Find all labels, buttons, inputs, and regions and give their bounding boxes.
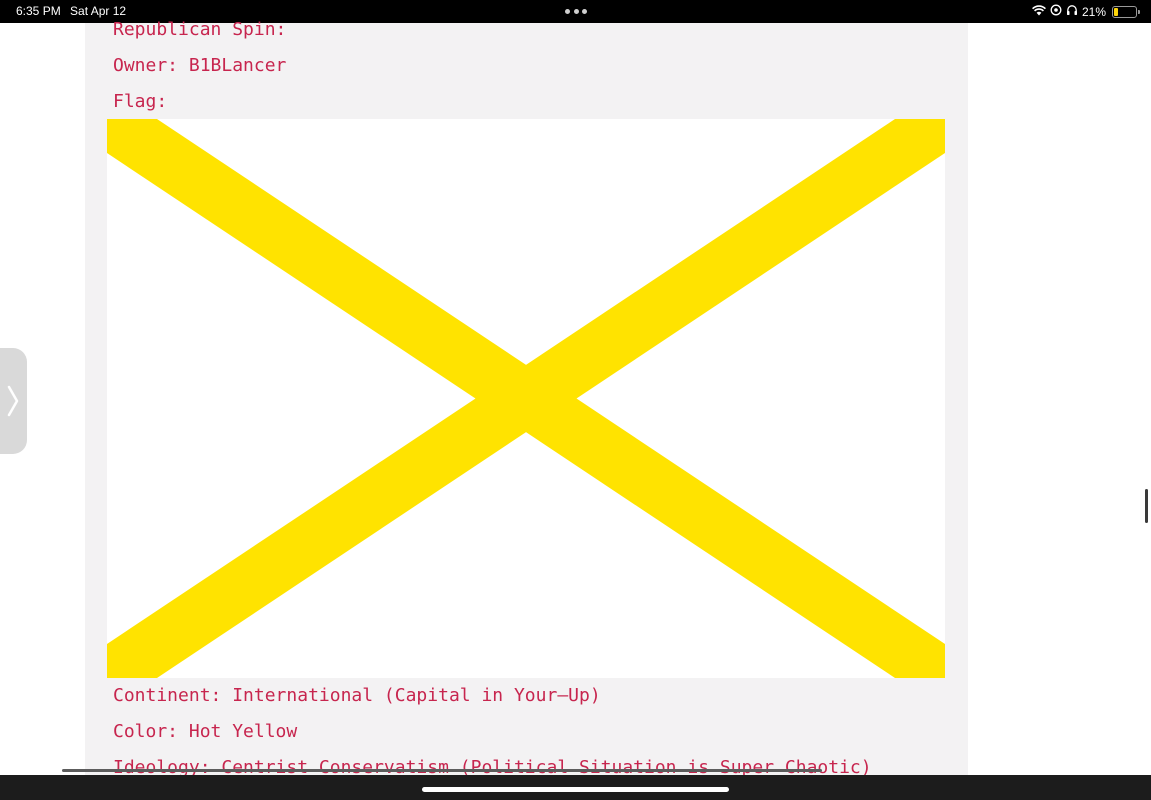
headphones-icon: [1066, 4, 1078, 19]
battery-percent: 21%: [1081, 4, 1106, 19]
dot: [582, 9, 587, 14]
status-indicators: 21%: [1032, 3, 1140, 20]
dot: [573, 9, 579, 14]
chevron-right-icon: [7, 385, 19, 417]
status-time-date: 6:35 PM Sat Apr 12: [16, 4, 126, 18]
dot: [565, 9, 570, 14]
home-indicator[interactable]: [422, 787, 729, 792]
status-time: 6:35 PM: [16, 4, 61, 18]
wifi-icon: [1032, 4, 1046, 19]
continent-line: Continent: International (Capital in You…: [113, 685, 601, 706]
owner-line: Owner: B1BLancer: [113, 55, 287, 76]
location-lock-icon: [1050, 4, 1062, 19]
flag-image: [107, 119, 945, 678]
scrollbar[interactable]: [1145, 489, 1148, 523]
entry-panel: Republican Spin: Owner: B1BLancer Flag: …: [85, 19, 968, 778]
flag-saltire: [107, 119, 945, 678]
battery-icon: [1112, 5, 1140, 18]
multitasking-dots[interactable]: [565, 9, 587, 14]
status-date: Sat Apr 12: [70, 4, 127, 18]
sidebar-handle[interactable]: [0, 348, 27, 454]
battery-tip: [1138, 9, 1140, 14]
battery-fill: [1114, 7, 1119, 16]
flag-label: Flag:: [113, 91, 168, 112]
drag-divider: [62, 769, 822, 772]
color-line: Color: Hot Yellow: [113, 721, 298, 742]
bottom-bar: [0, 775, 1151, 800]
republican-spin-label: Republican Spin:: [113, 19, 287, 40]
